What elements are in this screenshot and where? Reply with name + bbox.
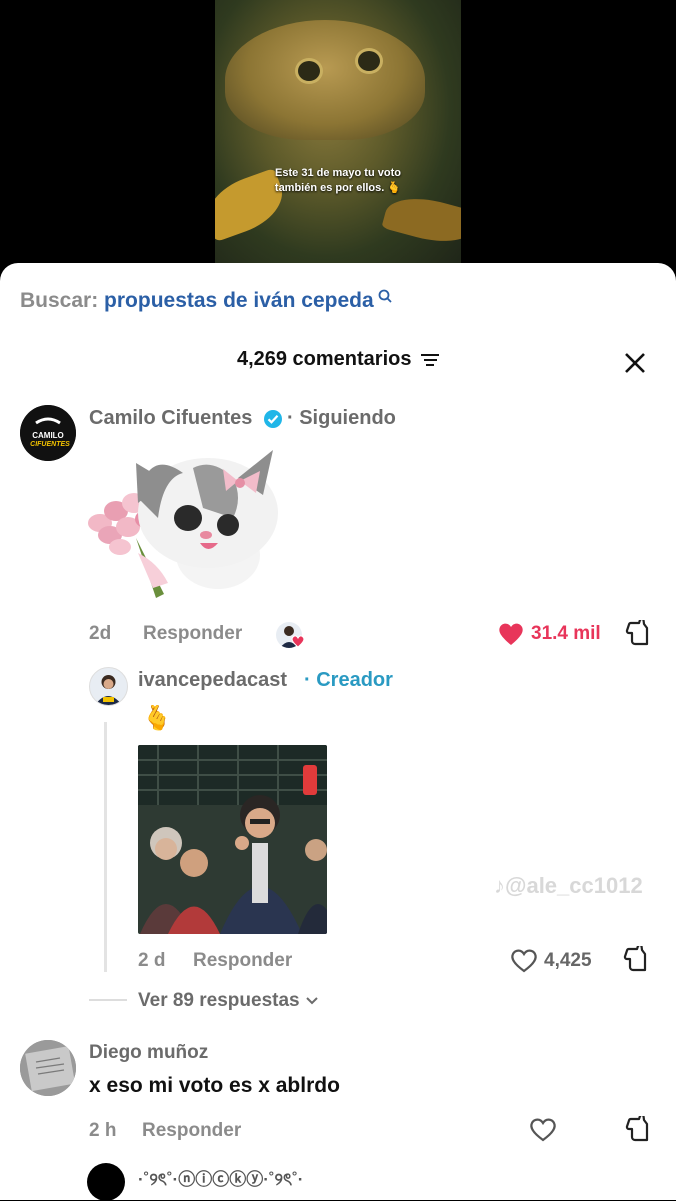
search-label: Buscar: (20, 289, 99, 312)
reply-button[interactable]: Responder (193, 950, 292, 972)
video-caption: Este 31 de mayo tu voto también es por e… (274, 167, 402, 194)
search-suggestion[interactable]: Buscar: propuestas de iván cepeda (20, 289, 392, 313)
dislike-icon[interactable] (622, 943, 650, 979)
avatar[interactable] (20, 1040, 76, 1096)
tiktok-logo-icon: ♪ (494, 873, 505, 898)
reply-author[interactable]: ivancepedacast (138, 669, 287, 692)
comment-age: 2d (89, 623, 112, 644)
comment-author[interactable]: Camilo Cifuentes (89, 407, 252, 430)
reply-age: 2 d (138, 950, 166, 971)
comments-count: 4,269 comentarios (236, 348, 412, 370)
dislike-icon[interactable] (624, 617, 652, 653)
view-replies-button[interactable]: Ver 89 respuestas (138, 990, 319, 1012)
like-count: 4,425 (544, 950, 592, 971)
reply-button[interactable]: Responder (143, 623, 242, 645)
heart-outline-icon[interactable] (529, 1117, 557, 1148)
filter-icon[interactable] (421, 351, 440, 369)
frog-eye (295, 58, 323, 84)
creator-heart-icon (291, 635, 305, 653)
creator-badge: · Creador (304, 669, 393, 691)
reply-button[interactable]: Responder (142, 1120, 241, 1142)
leaf-decoration (381, 189, 461, 251)
thread-line (104, 722, 107, 972)
cat-sticker (88, 443, 278, 608)
comment-text: x eso mi voto es x ablrdo (89, 1074, 340, 1097)
close-icon[interactable] (622, 350, 648, 376)
frog-image (225, 20, 425, 140)
reply-emoji: 🫰 (142, 705, 172, 732)
avatar[interactable] (87, 1163, 125, 1201)
search-query[interactable]: propuestas de iván cepeda (104, 289, 374, 312)
avatar[interactable] (89, 667, 128, 706)
comment-author[interactable]: ·˚୨ৎ˚·ⓝⓘⓒⓚⓨ·˚୨ৎ˚· (138, 1165, 303, 1195)
follow-status[interactable]: · Siguiendo (287, 407, 396, 430)
avatar[interactable]: CAMILO CIFUENTES (20, 405, 76, 461)
watermark: ♪@ale_cc1012 (494, 873, 643, 898)
frog-eye (355, 48, 383, 74)
svg-text:CIFUENTES: CIFUENTES (30, 441, 70, 448)
verified-badge-icon (263, 409, 283, 434)
heart-outline-icon[interactable] (510, 948, 538, 979)
search-icon (374, 289, 392, 306)
heart-filled-icon[interactable] (497, 621, 525, 652)
svg-text:CAMILO: CAMILO (32, 431, 64, 440)
comments-count-header: 4,269 comentarios (0, 348, 676, 371)
video-player[interactable]: Este 31 de mayo tu voto también es por e… (0, 0, 676, 270)
reply-photo[interactable] (138, 745, 327, 934)
like-count: 31.4 mil (531, 623, 601, 644)
chevron-down-icon (305, 990, 319, 1011)
comment-age: 2 h (89, 1120, 117, 1141)
divider (89, 999, 127, 1001)
dislike-icon[interactable] (624, 1113, 652, 1149)
comment-author[interactable]: Diego muñoz (89, 1042, 208, 1064)
video-frame: Este 31 de mayo tu voto también es por e… (215, 0, 461, 270)
